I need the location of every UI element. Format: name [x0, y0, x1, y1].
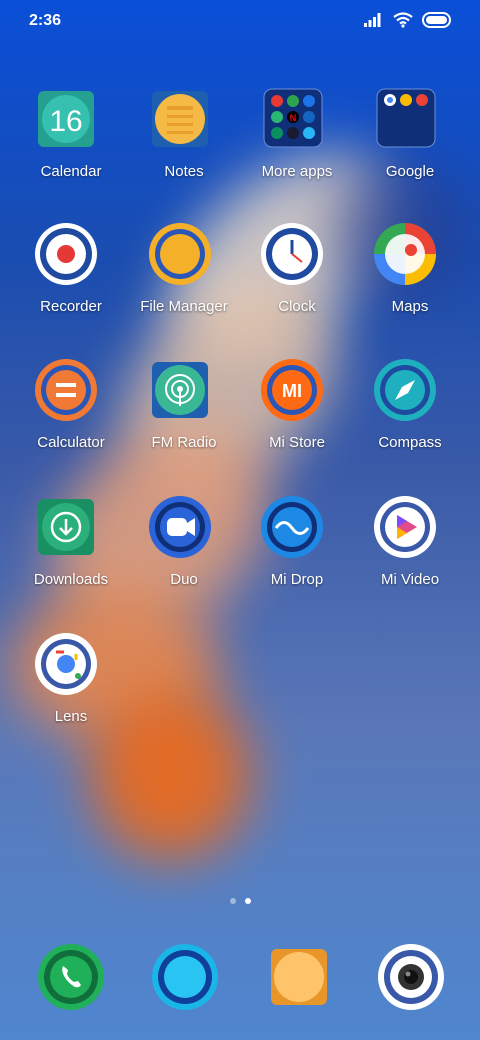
- app-clock[interactable]: Clock: [241, 222, 353, 315]
- folder-more-apps[interactable]: N More apps: [241, 87, 353, 180]
- lens-icon: [34, 632, 108, 706]
- dock-camera[interactable]: [374, 940, 448, 1014]
- dock-phone[interactable]: [34, 940, 108, 1014]
- app-label: Calculator: [37, 434, 105, 451]
- dock-browser[interactable]: [262, 940, 336, 1014]
- app-label: Mi Drop: [270, 571, 324, 588]
- app-label: Clock: [278, 298, 316, 315]
- app-fm-radio[interactable]: FM Radio: [128, 358, 240, 451]
- app-calendar[interactable]: 16 Calendar: [15, 87, 127, 180]
- messages-icon: [148, 940, 222, 1014]
- status-bar: 2:36: [0, 0, 480, 44]
- dock-messages[interactable]: [148, 940, 222, 1014]
- file-manager-icon: [147, 222, 221, 296]
- app-label: Calendar: [40, 163, 102, 180]
- calendar-icon: 16: [34, 87, 108, 161]
- folder-label: Google: [385, 163, 435, 180]
- calculator-icon: [34, 358, 108, 432]
- page-indicator[interactable]: [0, 898, 480, 904]
- folder-label: More apps: [261, 163, 333, 180]
- app-label: Mi Store: [269, 434, 325, 451]
- battery-icon: [422, 11, 452, 33]
- clock-icon: [260, 222, 334, 296]
- phone-icon: [34, 940, 108, 1014]
- app-label: FM Radio: [151, 434, 217, 451]
- app-calculator[interactable]: Calculator: [15, 358, 127, 451]
- app-label: Mi Video: [380, 571, 440, 588]
- app-mi-store[interactable]: MI Mi Store: [241, 358, 353, 451]
- folder-icon: [373, 87, 447, 161]
- notes-icon: [147, 87, 221, 161]
- folder-google[interactable]: Google: [354, 87, 466, 180]
- video-call-icon: [147, 495, 221, 569]
- app-recorder[interactable]: Recorder: [15, 222, 127, 315]
- browser-icon: [262, 940, 336, 1014]
- status-time: 2:36: [29, 12, 62, 29]
- app-label: Recorder: [40, 298, 102, 315]
- app-duo[interactable]: Duo: [128, 495, 240, 588]
- mi-logo: MI: [282, 381, 302, 401]
- svg-text:N: N: [290, 113, 297, 123]
- recorder-icon: [34, 222, 108, 296]
- app-maps[interactable]: Maps: [354, 222, 466, 315]
- download-icon: [34, 495, 108, 569]
- page-dot[interactable]: [229, 898, 236, 904]
- calendar-date: 16: [49, 105, 82, 138]
- wifi-icon: [393, 11, 413, 33]
- app-notes[interactable]: Notes: [128, 87, 240, 180]
- mi-drop-icon: [260, 495, 334, 569]
- mi-store-icon: MI: [260, 358, 334, 432]
- app-label: Compass: [378, 434, 442, 451]
- app-mi-video[interactable]: Mi Video: [354, 495, 466, 588]
- app-label: Lens: [54, 708, 88, 725]
- signal-icon: [364, 12, 384, 32]
- app-downloads[interactable]: Downloads: [15, 495, 127, 588]
- app-label: File Manager: [140, 298, 228, 315]
- app-file-manager[interactable]: File Manager: [128, 222, 240, 315]
- folder-icon: N: [260, 87, 334, 161]
- app-label: Downloads: [33, 571, 109, 588]
- camera-icon: [374, 940, 448, 1014]
- maps-icon: [373, 222, 447, 296]
- app-compass[interactable]: Compass: [354, 358, 466, 451]
- compass-icon: [373, 358, 447, 432]
- video-play-icon: [373, 495, 447, 569]
- app-lens[interactable]: Lens: [15, 632, 127, 725]
- app-label: Notes: [164, 163, 204, 180]
- app-mi-drop[interactable]: Mi Drop: [241, 495, 353, 588]
- app-label: Maps: [391, 298, 429, 315]
- app-label: Duo: [170, 571, 198, 588]
- radio-icon: [147, 358, 221, 432]
- page-dot-active[interactable]: [244, 898, 251, 904]
